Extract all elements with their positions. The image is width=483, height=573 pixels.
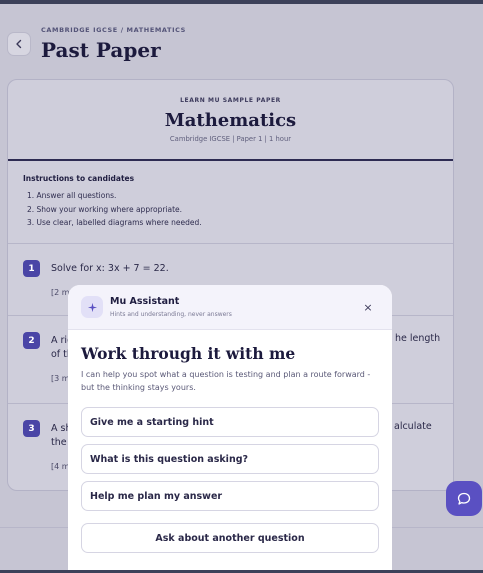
question-text-overflow: alculate: [394, 421, 432, 432]
question-number-badge: 1: [23, 260, 40, 277]
paper-header: LEARN MU SAMPLE PAPER Mathematics Cambri…: [8, 80, 453, 161]
back-button[interactable]: [7, 32, 31, 56]
assistant-header: Mu Assistant Hints and understanding, ne…: [68, 285, 392, 330]
breadcrumb: CAMBRIDGE IGCSE / MATHEMATICS: [41, 26, 186, 34]
assistant-description: I can help you spot what a question is t…: [81, 370, 371, 392]
question-text: Solve for x: 3x + 7 = 22.: [51, 263, 169, 274]
plan-answer-button[interactable]: Help me plan my answer: [81, 481, 379, 511]
assistant-heading: Work through it with me: [81, 344, 296, 363]
close-icon[interactable]: ×: [360, 299, 376, 315]
chevron-left-icon: [16, 39, 22, 49]
sparkle-icon: [81, 296, 103, 318]
question-marks: [4 m: [51, 462, 70, 471]
assistant-chat-button[interactable]: [446, 481, 482, 516]
instructions-title: Instructions to candidates: [23, 174, 135, 183]
question-text-overflow: he length: [395, 333, 441, 344]
paper-kicker: LEARN MU SAMPLE PAPER: [180, 97, 281, 104]
question-text-line-2: the: [51, 437, 67, 448]
top-bar: [0, 0, 483, 4]
assistant-name: Mu Assistant: [110, 296, 180, 307]
starting-hint-button[interactable]: Give me a starting hint: [81, 407, 379, 437]
question-number-badge: 2: [23, 332, 40, 349]
instruction-item: 3. Use clear, labelled diagrams where ne…: [27, 218, 202, 227]
question-meaning-button[interactable]: What is this question asking?: [81, 444, 379, 474]
chat-bubble-icon: [457, 492, 471, 505]
question-marks: [3 m: [51, 374, 70, 383]
question-number-badge: 3: [23, 420, 40, 437]
assistant-tagline: Hints and understanding, never answers: [110, 311, 232, 318]
instructions-section: Instructions to candidates 1. Answer all…: [8, 161, 453, 244]
instruction-item: 2. Show your working where appropriate.: [27, 204, 183, 214]
paper-subtitle: Cambridge IGCSE | Paper 1 | 1 hour: [169, 135, 292, 143]
instruction-item: 1. Answer all questions.: [27, 191, 117, 200]
page-title: Past Paper: [41, 38, 161, 62]
assistant-panel: Mu Assistant Hints and understanding, ne…: [68, 285, 392, 573]
paper-title: Mathematics: [164, 110, 297, 131]
another-question-button[interactable]: Ask about another question: [81, 523, 379, 553]
